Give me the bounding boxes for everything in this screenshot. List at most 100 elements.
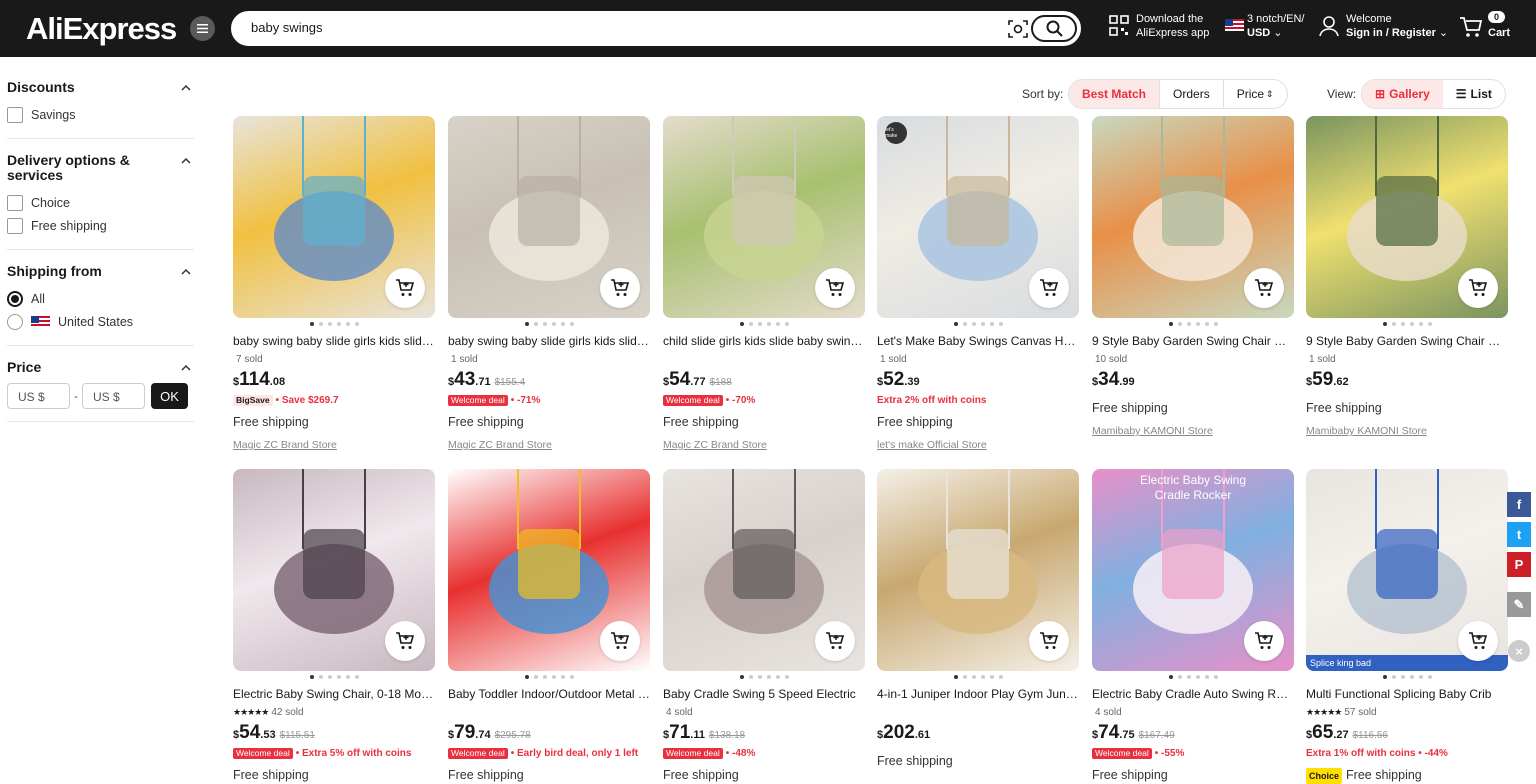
add-to-cart-button[interactable] — [1029, 268, 1069, 308]
image-carousel-dots[interactable] — [448, 322, 650, 330]
store-link[interactable]: Magic ZC Brand Store — [663, 438, 865, 452]
image-carousel-dots[interactable] — [663, 675, 865, 683]
product-image[interactable] — [1306, 116, 1508, 318]
store-link[interactable]: Magic ZC Brand Store — [448, 438, 650, 452]
product-card[interactable]: Splice king bad Multi Functional Splicing… — [1306, 469, 1508, 784]
category-menu-button[interactable] — [190, 16, 215, 41]
product-title[interactable]: Let's Make Baby Swings Canvas Hanging Ch… — [877, 333, 1079, 349]
view-list-button[interactable]: ☰ List — [1443, 80, 1505, 108]
sort-best-match-button[interactable]: Best Match — [1069, 80, 1161, 108]
download-app-link[interactable]: Download the AliExpress app — [1109, 12, 1209, 40]
add-to-cart-button[interactable] — [600, 621, 640, 661]
product-title[interactable]: Electric Baby Cradle Auto Swing Rocker — [1092, 686, 1294, 702]
sort-price-button[interactable]: Price ⇕ — [1224, 80, 1287, 108]
price-ok-button[interactable]: OK — [151, 383, 188, 409]
account-menu[interactable]: Welcome Sign in / Register ⌄ — [1319, 12, 1448, 40]
search-input[interactable] — [251, 20, 951, 35]
product-card[interactable]: baby swing baby slide girls kids slide k… — [448, 116, 650, 452]
product-image[interactable]: Electric Baby Swing Cradle Rocker — [1092, 469, 1294, 671]
product-image[interactable]: let's make — [877, 116, 1079, 318]
image-carousel-dots[interactable] — [233, 322, 435, 330]
store-link[interactable]: Mamibaby KAMONI Store — [1306, 424, 1508, 438]
product-card[interactable]: Electric Baby Swing Cradle Rocker Electric… — [1092, 469, 1294, 783]
facebook-share-icon[interactable]: f — [1507, 492, 1531, 517]
image-carousel-dots[interactable] — [877, 322, 1079, 330]
store-link[interactable]: let's make Official Store — [877, 438, 1079, 452]
add-to-cart-button[interactable] — [1458, 268, 1498, 308]
store-link[interactable]: Mamibaby KAMONI Store — [1092, 424, 1294, 438]
choice-checkbox[interactable]: Choice — [7, 191, 194, 214]
pinterest-share-icon[interactable]: P — [1507, 552, 1531, 577]
product-title[interactable]: 9 Style Baby Garden Swing Chair Wooden — [1306, 333, 1508, 349]
product-image[interactable] — [877, 469, 1079, 671]
search-button[interactable] — [1031, 15, 1077, 42]
product-title[interactable]: 4-in-1 Juniper Indoor Play Gym Jungle Gy… — [877, 686, 1079, 702]
product-title[interactable]: Baby Cradle Swing 5 Speed Electric — [663, 686, 865, 702]
add-to-cart-button[interactable] — [1244, 621, 1284, 661]
aliexpress-logo[interactable]: AliExpress — [26, 11, 177, 47]
image-carousel-dots[interactable] — [1306, 322, 1508, 330]
max-price-input[interactable]: US $ — [82, 383, 145, 409]
free-shipping-checkbox[interactable]: Free shipping — [7, 214, 194, 237]
product-card[interactable]: baby swing baby slide girls kids slide k… — [233, 116, 435, 452]
add-to-cart-button[interactable] — [1458, 621, 1498, 661]
add-to-cart-button[interactable] — [1244, 268, 1284, 308]
product-image[interactable] — [233, 116, 435, 318]
product-card[interactable]: Electric Baby Swing Chair, 0-18 Months ★★… — [233, 469, 435, 783]
product-title[interactable]: baby swing baby slide girls kids slide k… — [448, 333, 650, 349]
add-to-cart-button[interactable] — [815, 268, 855, 308]
image-carousel-dots[interactable] — [663, 322, 865, 330]
delivery-title[interactable]: Delivery options & services — [7, 153, 194, 183]
image-carousel-dots[interactable] — [1092, 675, 1294, 683]
edit-share-icon[interactable]: ✎ — [1507, 592, 1531, 617]
ship-from-all-radio[interactable]: All — [7, 287, 194, 310]
product-image[interactable] — [663, 469, 865, 671]
add-to-cart-button[interactable] — [815, 621, 855, 661]
add-to-cart-button[interactable] — [385, 621, 425, 661]
product-card[interactable]: 9 Style Baby Garden Swing Chair Wooden 1 … — [1306, 116, 1508, 438]
product-card[interactable]: Baby Cradle Swing 5 Speed Electric 4 sold… — [663, 469, 865, 783]
add-to-cart-button[interactable] — [600, 268, 640, 308]
image-search-icon[interactable] — [1008, 20, 1028, 38]
close-share-icon[interactable]: × — [1508, 640, 1530, 662]
sign-in-register-link[interactable]: Sign in / Register — [1346, 27, 1436, 39]
product-image[interactable]: Splice king bad — [1306, 469, 1508, 671]
product-title[interactable]: baby swing baby slide girls kids slide k… — [233, 333, 435, 349]
product-image[interactable] — [448, 469, 650, 671]
image-carousel-dots[interactable] — [1092, 322, 1294, 330]
product-title[interactable]: Electric Baby Swing Chair, 0-18 Months — [233, 686, 435, 702]
product-title[interactable]: child slide girls kids slide baby swing … — [663, 333, 865, 349]
chevron-up-icon[interactable] — [181, 363, 191, 373]
twitter-share-icon[interactable]: t — [1507, 522, 1531, 547]
savings-checkbox[interactable]: Savings — [7, 103, 194, 126]
product-card[interactable]: let's make Let's Make Baby Swings Canvas … — [877, 116, 1079, 452]
store-link[interactable]: Magic ZC Brand Store — [233, 438, 435, 452]
image-carousel-dots[interactable] — [877, 675, 1079, 683]
chevron-up-icon[interactable] — [181, 156, 191, 166]
min-price-input[interactable]: US $ — [7, 383, 70, 409]
chevron-up-icon[interactable] — [181, 83, 191, 93]
chevron-up-icon[interactable] — [181, 267, 191, 277]
region-currency-selector[interactable]: 3 notch/EN/ USD ⌄ — [1225, 12, 1304, 40]
price-title[interactable]: Price — [7, 360, 194, 375]
product-card[interactable]: child slide girls kids slide baby swing … — [663, 116, 865, 452]
sort-orders-button[interactable]: Orders — [1160, 80, 1224, 108]
product-image[interactable] — [663, 116, 865, 318]
product-title[interactable]: Multi Functional Splicing Baby Crib — [1306, 686, 1508, 702]
shipping-from-title[interactable]: Shipping from — [7, 264, 194, 279]
product-title[interactable]: Baby Toddler Indoor/Outdoor Metal Swing — [448, 686, 650, 702]
add-to-cart-button[interactable] — [1029, 621, 1069, 661]
ship-from-us-radio[interactable]: United States — [7, 310, 194, 333]
image-carousel-dots[interactable] — [1306, 675, 1508, 683]
product-image[interactable] — [233, 469, 435, 671]
product-image[interactable] — [448, 116, 650, 318]
image-carousel-dots[interactable] — [233, 675, 435, 683]
add-to-cart-button[interactable] — [385, 268, 425, 308]
view-gallery-button[interactable]: ⊞ Gallery — [1362, 80, 1443, 108]
product-image[interactable] — [1092, 116, 1294, 318]
product-card[interactable]: 4-in-1 Juniper Indoor Play Gym Jungle Gy… — [877, 469, 1079, 769]
product-card[interactable]: 9 Style Baby Garden Swing Chair Wooden 10… — [1092, 116, 1294, 438]
discounts-title[interactable]: Discounts — [7, 80, 194, 95]
product-card[interactable]: Baby Toddler Indoor/Outdoor Metal Swing $… — [448, 469, 650, 783]
product-title[interactable]: 9 Style Baby Garden Swing Chair Wooden — [1092, 333, 1294, 349]
